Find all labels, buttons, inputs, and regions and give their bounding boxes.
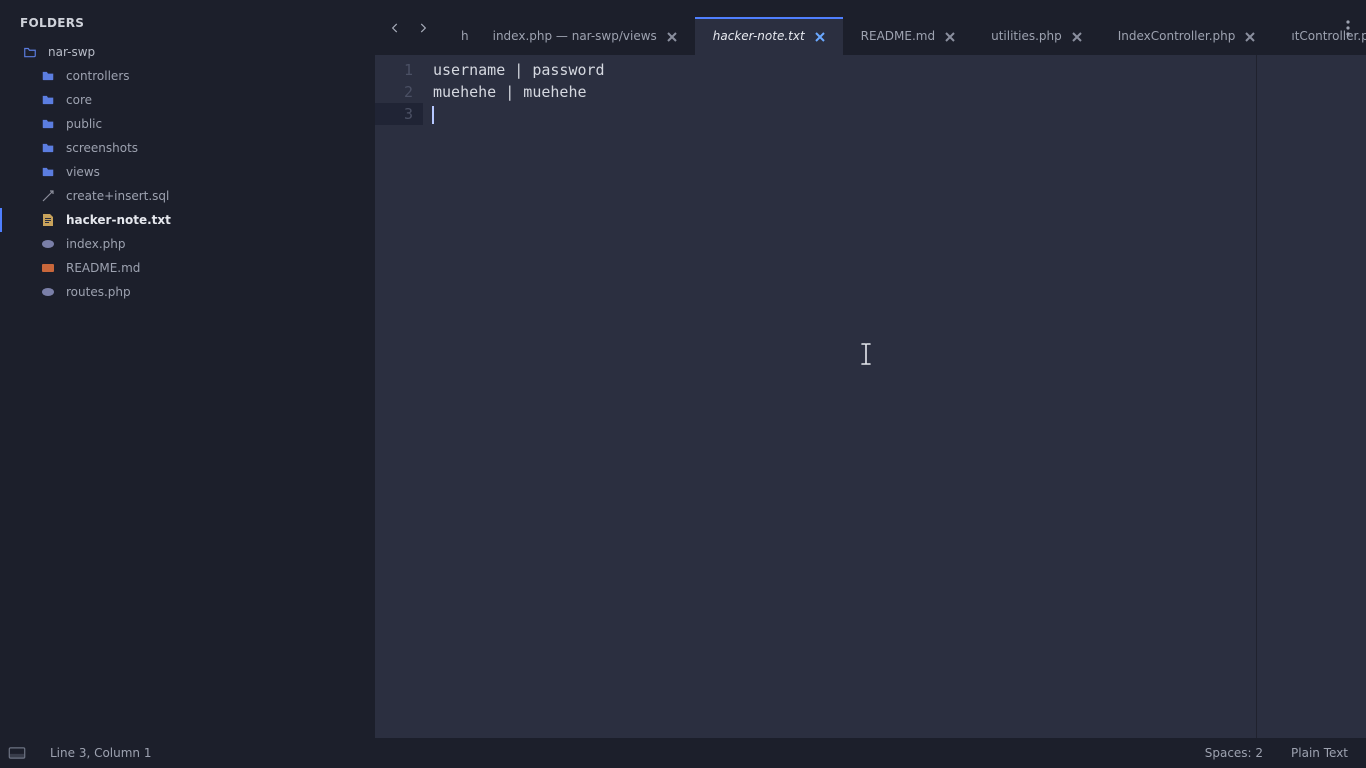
tree-folder-label: screenshots <box>66 141 138 155</box>
line-number: 3 <box>375 103 423 125</box>
file-md-icon <box>40 260 56 276</box>
tree-folder[interactable]: public <box>0 112 375 136</box>
code-line[interactable]: username | password <box>423 59 1256 81</box>
folder-icon <box>40 140 56 156</box>
sidebar: FOLDERS nar-swp controllers core public … <box>0 0 375 738</box>
file-php-icon <box>40 236 56 252</box>
tree-file-label: routes.php <box>66 285 131 299</box>
tab-close-button[interactable] <box>815 31 825 41</box>
text-cursor-icon <box>859 343 873 365</box>
folder-icon <box>40 68 56 84</box>
gutter: 123 <box>375 55 423 738</box>
folder-open-icon <box>22 44 38 60</box>
tab[interactable]: README.md <box>843 17 973 55</box>
tab-bar: h index.php — nar-swp/views hacker-note.… <box>375 0 1366 55</box>
tab-overflow-menu-button[interactable] <box>1338 16 1358 40</box>
code-area[interactable]: username | passwordmuehehe | muehehe <box>423 55 1256 738</box>
caret <box>432 106 434 124</box>
tree-file[interactable]: index.php <box>0 232 375 256</box>
tab-label: IndexController.php <box>1118 29 1236 43</box>
tab-truncated-prev[interactable]: h <box>443 17 475 55</box>
folder-icon <box>40 164 56 180</box>
tree-root-folder[interactable]: nar-swp <box>0 40 375 64</box>
tree-root-label: nar-swp <box>48 45 95 59</box>
tree-file-label: README.md <box>66 261 140 275</box>
tree-folder[interactable]: controllers <box>0 64 375 88</box>
console-panel-icon[interactable] <box>8 744 26 762</box>
tree-file[interactable]: create+insert.sql <box>0 184 375 208</box>
nav-forward-button[interactable] <box>409 14 437 42</box>
tree-folder-label: core <box>66 93 92 107</box>
folder-list: controllers core public screenshots view… <box>0 64 375 184</box>
tree-folder-label: controllers <box>66 69 130 83</box>
code-line[interactable]: muehehe | muehehe <box>423 81 1256 103</box>
tree-file[interactable]: routes.php <box>0 280 375 304</box>
file-sql-icon <box>40 188 56 204</box>
file-txt-icon <box>40 212 56 228</box>
tab-label: utilities.php <box>991 29 1062 43</box>
tab-label: h <box>461 29 469 43</box>
nav-back-button[interactable] <box>381 14 409 42</box>
tab[interactable]: index.php — nar-swp/views <box>475 17 695 55</box>
tree-file-label: index.php <box>66 237 125 251</box>
status-indent[interactable]: Spaces: 2 <box>1205 746 1263 760</box>
code-line[interactable] <box>423 103 1256 125</box>
tab[interactable]: IndexController.php <box>1100 17 1274 55</box>
tab[interactable]: hacker-note.txt <box>695 17 843 55</box>
minimap[interactable] <box>1256 55 1366 738</box>
folder-icon <box>40 92 56 108</box>
file-list: create+insert.sql hacker-note.txt index.… <box>0 184 375 304</box>
tree-folder[interactable]: screenshots <box>0 136 375 160</box>
tree-file-label: hacker-note.txt <box>66 213 171 227</box>
line-number: 2 <box>375 81 423 103</box>
status-position[interactable]: Line 3, Column 1 <box>50 746 152 760</box>
line-number: 1 <box>375 59 423 81</box>
tab-close-button[interactable] <box>1072 31 1082 41</box>
tree-folder[interactable]: views <box>0 160 375 184</box>
file-php-icon <box>40 284 56 300</box>
status-bar: Line 3, Column 1 Spaces: 2 Plain Text <box>0 738 1366 768</box>
editor[interactable]: 123 username | passwordmuehehe | muehehe <box>375 55 1366 738</box>
tree-file[interactable]: README.md <box>0 256 375 280</box>
tab-label: index.php — nar-swp/views <box>493 29 657 43</box>
folder-icon <box>40 116 56 132</box>
app-root: FOLDERS nar-swp controllers core public … <box>0 0 1366 738</box>
status-syntax[interactable]: Plain Text <box>1291 746 1348 760</box>
tab-close-button[interactable] <box>667 31 677 41</box>
tree-folder-label: views <box>66 165 100 179</box>
tree-file[interactable]: hacker-note.txt <box>0 208 375 232</box>
tab-close-button[interactable] <box>1245 31 1255 41</box>
tree-file-label: create+insert.sql <box>66 189 169 203</box>
main-area: h index.php — nar-swp/views hacker-note.… <box>375 0 1366 738</box>
tree-folder-label: public <box>66 117 102 131</box>
tab-label: hacker-note.txt <box>713 29 805 43</box>
tab[interactable]: utilities.php <box>973 17 1100 55</box>
tab-close-button[interactable] <box>945 31 955 41</box>
tab-label: README.md <box>861 29 935 43</box>
sidebar-title: FOLDERS <box>0 12 375 40</box>
tree-folder[interactable]: core <box>0 88 375 112</box>
tabs-container: h index.php — nar-swp/views hacker-note.… <box>443 1 1366 55</box>
